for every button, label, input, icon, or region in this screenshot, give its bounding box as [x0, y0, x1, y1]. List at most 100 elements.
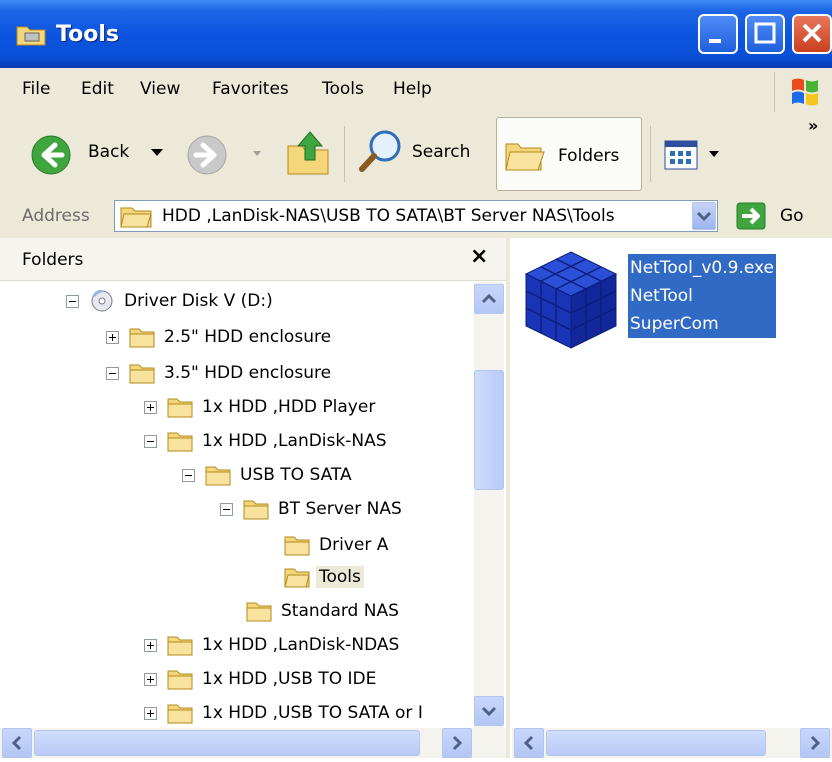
tree-item-label: 2.5" HDD enclosure [164, 327, 332, 347]
tree-item-usb-to-sata[interactable]: USB TO SATA [182, 460, 355, 490]
views-icon[interactable] [664, 140, 698, 170]
go-button-label[interactable]: Go [780, 206, 804, 226]
file-item-text[interactable]: NetTool_v0.9.exe NetTool SuperCom [628, 254, 777, 338]
tree-item-label: USB TO SATA [240, 465, 352, 485]
expand-icon[interactable] [106, 330, 119, 344]
tree-item-landisk-nas[interactable]: 1x HDD ,LanDisk-NAS [144, 426, 390, 456]
back-button-label[interactable]: Back [88, 142, 129, 162]
menu-favorites[interactable]: Favorites [212, 79, 289, 99]
views-dropdown-icon[interactable] [708, 150, 720, 160]
menu-tools[interactable]: Tools [322, 79, 364, 99]
tree-item-bt-server-nas[interactable]: BT Server NAS [220, 494, 405, 524]
expand-icon[interactable] [144, 672, 157, 686]
folder-open-icon [284, 568, 310, 588]
expand-icon[interactable] [144, 706, 157, 720]
folder-icon [205, 466, 231, 486]
maximize-button[interactable] [745, 14, 785, 54]
menu-view[interactable]: View [140, 79, 180, 99]
tree-item-label: 1x HDD ,USB TO SATA or I [202, 703, 423, 723]
scroll-thumb[interactable] [546, 730, 766, 756]
toolbar-separator [650, 126, 651, 182]
expand-icon[interactable] [144, 400, 157, 414]
folder-icon [167, 432, 193, 452]
scroll-thumb[interactable] [34, 730, 420, 756]
collapse-icon[interactable] [220, 502, 233, 516]
search-button-label[interactable]: Search [412, 142, 470, 162]
menu-help[interactable]: Help [393, 79, 432, 99]
chevron-left-icon [11, 735, 22, 751]
close-icon [802, 23, 822, 43]
folder-icon [243, 500, 269, 520]
cd-drive-icon [91, 290, 113, 312]
address-path[interactable]: HDD ,LanDisk-NAS\USB TO SATA\BT Server N… [162, 206, 615, 226]
tree-item-label: 1x HDD ,USB TO IDE [202, 669, 377, 689]
tree-item-usb-to-sata-or[interactable]: 1x HDD ,USB TO SATA or I [144, 698, 426, 728]
menu-edit[interactable]: Edit [81, 79, 114, 99]
scroll-thumb[interactable] [474, 370, 504, 490]
tree-item-landisk-ndas[interactable]: 1x HDD ,LanDisk-NDAS [144, 630, 402, 660]
folders-button-label[interactable]: Folders [558, 146, 619, 166]
scroll-left-button[interactable] [2, 728, 32, 758]
chevron-down-icon [481, 706, 497, 717]
toolbar-overflow-chevron[interactable]: » [808, 116, 818, 135]
expand-icon[interactable] [144, 638, 157, 652]
tree-item-driver-a[interactable]: Driver A [284, 530, 391, 560]
menu-file[interactable]: File [22, 79, 50, 99]
tree-item-25-enclosure[interactable]: 2.5" HDD enclosure [106, 322, 334, 352]
chevron-left-icon [523, 735, 534, 751]
chevron-down-icon [696, 211, 712, 222]
tree-item-label: 1x HDD ,LanDisk-NAS [202, 431, 387, 451]
folder-tools-icon [16, 26, 46, 46]
tree-item-driver-disk[interactable]: Driver Disk V (D:) [66, 286, 276, 316]
folder-icon [167, 636, 193, 656]
forward-dropdown-icon[interactable] [252, 150, 262, 158]
up-folder-icon[interactable] [286, 128, 330, 176]
menu-bar: File Edit View Favorites Tools Help [0, 68, 832, 113]
windows-logo-icon [774, 72, 818, 112]
search-icon[interactable] [358, 128, 404, 174]
tree-item-label: 1x HDD ,HDD Player [202, 397, 376, 417]
folder-icon [167, 704, 193, 724]
scroll-down-button[interactable] [474, 696, 504, 726]
chevron-up-icon [481, 293, 497, 304]
tree-item-label: Tools [316, 566, 364, 588]
cube-app-icon [524, 251, 618, 349]
back-arrow-icon[interactable] [30, 134, 72, 176]
minimize-icon [709, 39, 721, 43]
folders-icon [505, 143, 545, 171]
scroll-right-button[interactable] [442, 728, 472, 758]
file-company: SuperCom [630, 314, 719, 334]
folder-icon [129, 364, 155, 384]
scroll-left-button[interactable] [514, 728, 544, 758]
forward-arrow-icon[interactable] [186, 134, 228, 176]
collapse-icon[interactable] [66, 294, 79, 308]
title-bar[interactable]: Tools [0, 0, 832, 68]
file-description: NetTool [630, 286, 693, 306]
collapse-icon[interactable] [182, 468, 195, 482]
collapse-icon[interactable] [106, 366, 119, 380]
tree-item-label: BT Server NAS [278, 499, 402, 519]
folder-icon [129, 328, 155, 348]
back-dropdown-icon[interactable] [150, 148, 164, 158]
chevron-right-icon [810, 735, 821, 751]
folders-pane-title: Folders [22, 250, 84, 270]
tree-item-35-enclosure[interactable]: 3.5" HDD enclosure [106, 358, 334, 388]
minimize-button[interactable] [698, 14, 738, 54]
address-folder-icon [120, 207, 152, 228]
file-name: NetTool_v0.9.exe [630, 258, 775, 278]
address-label: Address [22, 206, 90, 226]
tree-item-hdd-player[interactable]: 1x HDD ,HDD Player [144, 392, 378, 422]
scroll-up-button[interactable] [474, 284, 504, 314]
tree-item-usb-to-ide[interactable]: 1x HDD ,USB TO IDE [144, 664, 379, 694]
address-dropdown-button[interactable] [692, 202, 716, 230]
folders-vertical-scrollbar[interactable] [474, 282, 504, 728]
close-button[interactable] [792, 14, 832, 54]
go-arrow-icon[interactable] [736, 202, 766, 230]
tree-item-tools[interactable]: Tools [284, 562, 364, 592]
collapse-icon[interactable] [144, 434, 157, 448]
folders-pane-close-icon[interactable]: × [470, 244, 488, 269]
tree-item-label: Driver A [319, 535, 389, 555]
scroll-right-button[interactable] [800, 728, 830, 758]
tree-item-standard-nas[interactable]: Standard NAS [246, 596, 402, 626]
tree-item-label: 1x HDD ,LanDisk-NDAS [202, 635, 400, 655]
